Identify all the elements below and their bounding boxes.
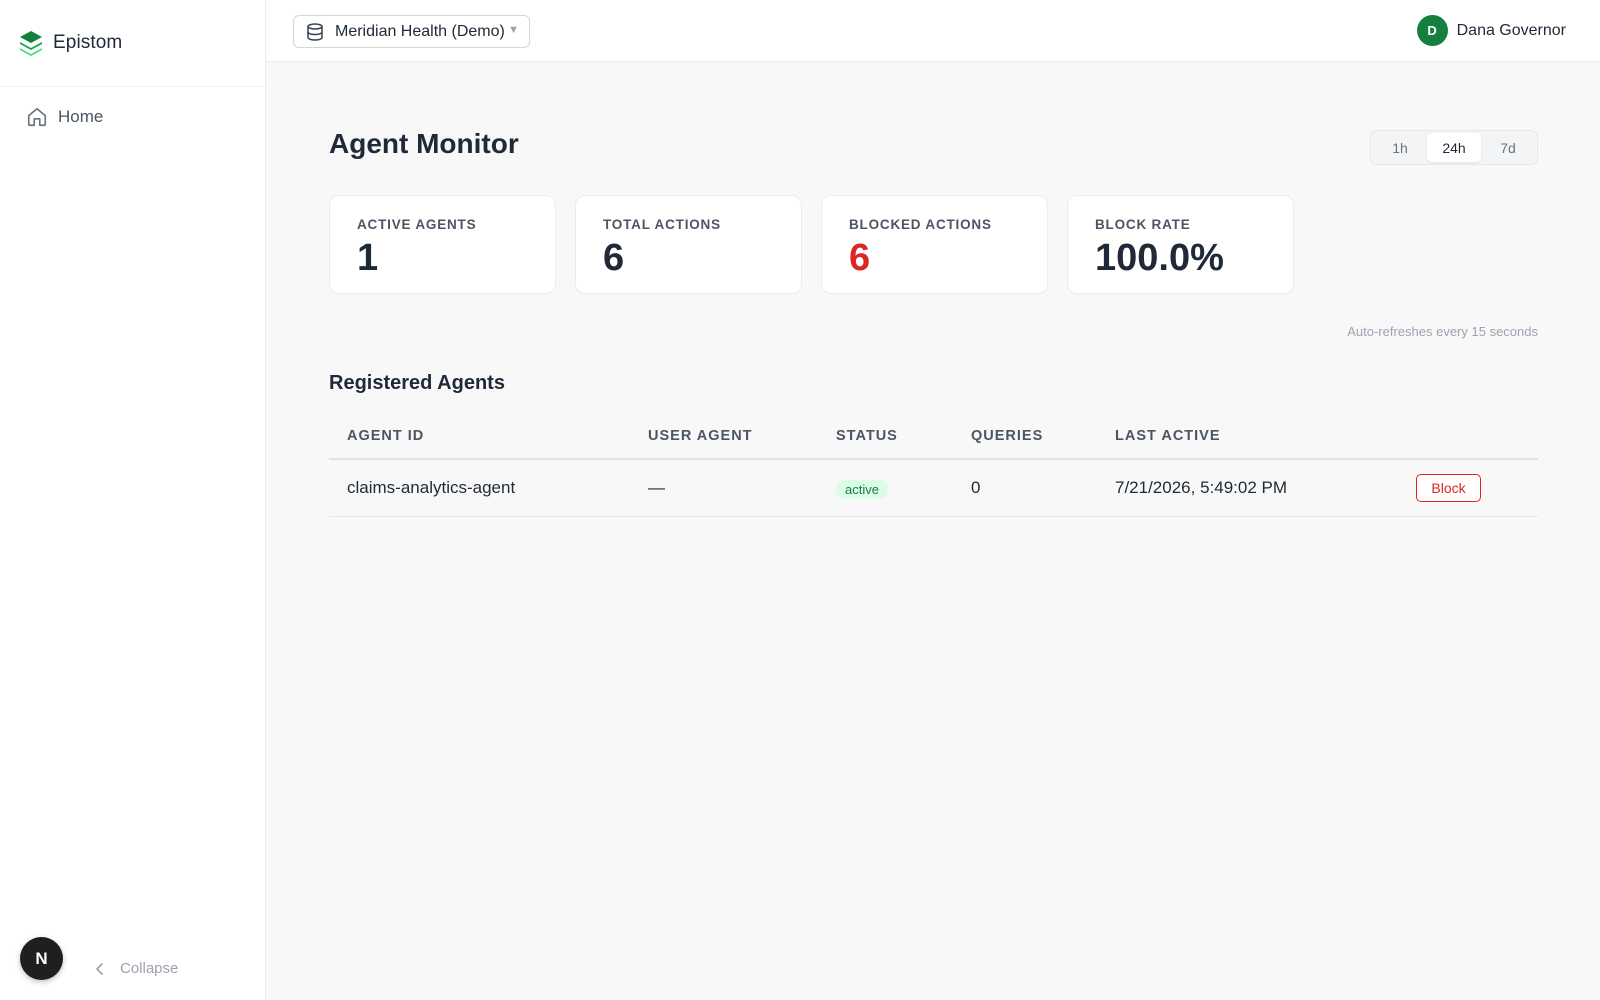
time-range-24h[interactable]: 24h [1427,133,1481,162]
last-active-cell: 7/21/2026, 5:49:02 PM [1115,478,1288,497]
sidebar-item-label: Home [58,107,104,126]
stat-label: BLOCKED ACTIONS [849,217,992,232]
agent-id-cell: claims-analytics-agent [347,478,516,497]
stat-label: ACTIVE AGENTS [357,217,477,232]
user-name: Dana Governor [1456,21,1566,39]
home-icon [27,107,47,127]
badge-letter: N [35,948,48,968]
sidebar-item-home[interactable]: Home [26,104,103,130]
time-range-toggle: 1h 24h 7d [1370,130,1538,165]
status-badge: active [836,480,888,499]
column-header-status[interactable]: STATUS [836,428,898,444]
stat-card-blocked-actions: BLOCKED ACTIONS 6 [821,195,1048,294]
stat-value: 6 [603,237,625,279]
brand-name: Epistom [53,32,123,53]
stat-card-active-agents: ACTIVE AGENTS 1 [329,195,556,294]
collapse-button[interactable]: Collapse [92,960,178,977]
dropdown-caret-icon: ▼ [508,24,519,36]
dev-tools-badge[interactable]: N [20,937,63,980]
organization-name: Meridian Health (Demo) [335,22,505,40]
user-agent-cell: — [648,478,665,497]
stats-cards: ACTIVE AGENTS 1 TOTAL ACTIONS 6 BLOCKED … [329,195,1294,294]
avatar: D [1416,15,1448,46]
queries-cell: 0 [971,478,981,497]
sidebar: Epistom Home N Collapse [0,0,266,1000]
time-range-1h[interactable]: 1h [1373,133,1427,162]
column-header-agent-id[interactable]: AGENT ID [347,428,424,444]
topbar: Meridian Health (Demo) ▼ D Dana Governor [266,0,1600,62]
stat-card-total-actions: TOTAL ACTIONS 6 [575,195,802,294]
column-header-last-active[interactable]: LAST ACTIVE [1115,428,1221,444]
agents-table: AGENT ID USER AGENT STATUS QUERIES LAST … [329,414,1538,517]
section-title: Registered Agents [329,372,505,394]
stat-value: 1 [357,237,379,279]
chevron-left-icon [96,962,103,975]
logo-icon [20,31,42,56]
stat-label: BLOCK RATE [1095,217,1191,232]
table-row[interactable]: claims-analytics-agent — active 0 7/21/2… [329,460,1538,517]
stat-value: 6 [849,237,871,279]
user-menu[interactable]: D Dana Governor [1416,15,1566,46]
stat-label: TOTAL ACTIONS [603,217,721,232]
brand[interactable]: Epistom [0,0,265,87]
refresh-note: Auto-refreshes every 15 seconds [1347,324,1538,339]
stat-value: 100.0% [1095,237,1224,279]
stat-card-block-rate: BLOCK RATE 100.0% [1067,195,1294,294]
column-header-user-agent[interactable]: USER AGENT [648,428,753,444]
page-title: Agent Monitor [329,128,519,159]
collapse-label: Collapse [120,960,179,977]
block-agent-button[interactable]: Block [1416,474,1481,502]
time-range-7d[interactable]: 7d [1481,133,1535,162]
table-header: AGENT ID USER AGENT STATUS QUERIES LAST … [329,414,1538,460]
organization-select[interactable]: Meridian Health (Demo) ▼ [293,15,530,48]
column-header-queries[interactable]: QUERIES [971,428,1043,444]
database-icon [307,22,323,41]
